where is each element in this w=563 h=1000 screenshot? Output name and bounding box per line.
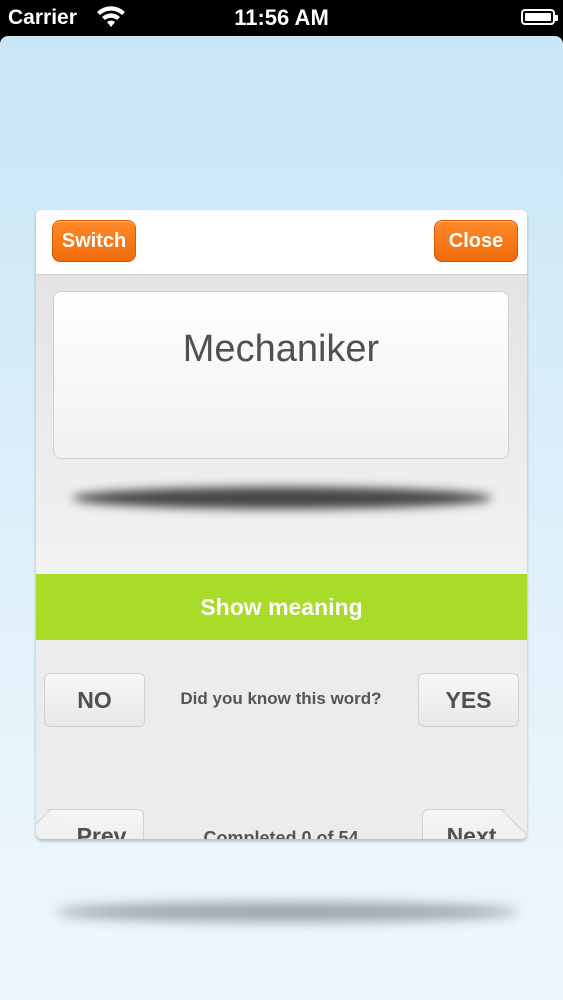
yes-button[interactable]: YES bbox=[418, 673, 519, 727]
word-card[interactable]: Mechaniker bbox=[53, 291, 509, 459]
card-toolbar: Switch Close bbox=[36, 210, 527, 275]
app-screen: Switch Close Mechaniker Show meaning NO … bbox=[0, 36, 563, 1000]
word-text: Mechaniker bbox=[182, 328, 380, 370]
prev-button[interactable]: Prev bbox=[44, 809, 144, 839]
no-button[interactable]: NO bbox=[44, 673, 145, 727]
next-button[interactable]: Next bbox=[422, 809, 508, 839]
show-meaning-button[interactable]: Show meaning bbox=[36, 574, 527, 640]
clock: 11:56 AM bbox=[234, 5, 329, 30]
status-bar: Carrier 11:56 AM bbox=[0, 0, 563, 36]
word-area: Mechaniker bbox=[36, 275, 527, 574]
progress-text: Completed 0 of 54 bbox=[203, 828, 359, 839]
next-label: Next bbox=[446, 822, 497, 840]
prev-label: Prev bbox=[76, 822, 127, 840]
switch-button[interactable]: Switch bbox=[52, 220, 136, 262]
battery-icon bbox=[521, 9, 558, 25]
close-button[interactable]: Close bbox=[434, 220, 518, 262]
question-label: Did you know this word? bbox=[180, 689, 382, 708]
floor-shadow bbox=[56, 902, 518, 922]
card-shadow bbox=[72, 487, 492, 509]
flashcard-panel: Switch Close Mechaniker Show meaning NO … bbox=[36, 210, 527, 839]
